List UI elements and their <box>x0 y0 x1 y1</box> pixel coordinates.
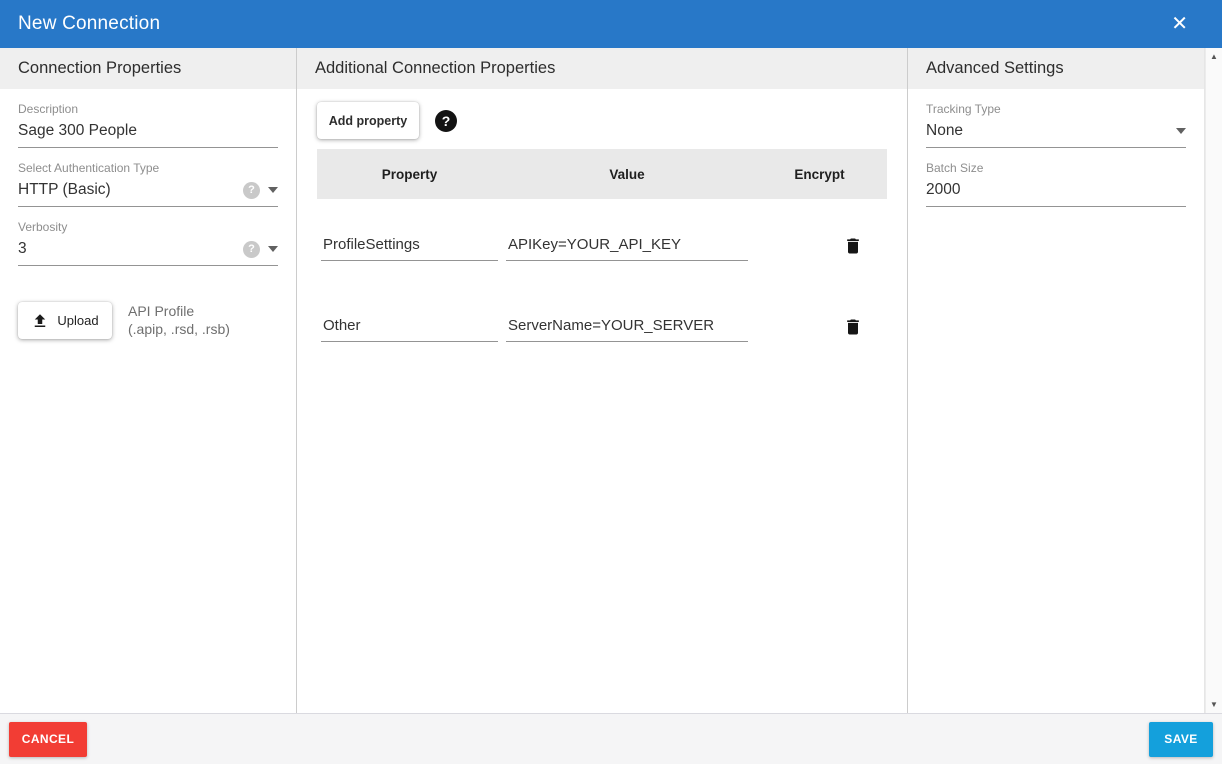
tracking-type-value[interactable]: None <box>926 122 963 140</box>
verbosity-value[interactable]: 3 <box>18 240 27 258</box>
upload-caption-line1: API Profile <box>128 303 230 321</box>
section-title: Additional Connection Properties <box>315 59 555 78</box>
properties-table: Property Value Encrypt ProfileSettings A… <box>317 149 887 355</box>
add-property-button[interactable]: Add property <box>317 102 419 139</box>
batch-size-field[interactable]: Batch Size 2000 <box>926 161 1186 207</box>
additional-properties-header: Additional Connection Properties <box>297 48 907 89</box>
chevron-down-icon[interactable] <box>268 187 278 193</box>
batch-size-value[interactable]: 2000 <box>926 181 960 199</box>
scroll-down-icon[interactable]: ▼ <box>1210 700 1218 709</box>
dialog-body: Connection Properties Description Sage 3… <box>0 48 1222 713</box>
auth-type-label: Select Authentication Type <box>18 161 278 175</box>
section-title: Advanced Settings <box>926 59 1064 78</box>
delete-row-button[interactable] <box>841 315 865 342</box>
upload-caption: API Profile (.apip, .rsd, .rsb) <box>128 303 230 338</box>
column-header-encrypt: Encrypt <box>752 167 887 182</box>
new-connection-dialog: New Connection ✕ Connection Properties D… <box>0 0 1222 764</box>
upload-icon <box>31 312 49 330</box>
batch-size-label: Batch Size <box>926 161 1186 175</box>
dialog-titlebar: New Connection ✕ <box>0 0 1222 48</box>
verbosity-field[interactable]: Verbosity 3 ? <box>18 220 278 266</box>
scroll-up-icon[interactable]: ▲ <box>1210 52 1218 61</box>
dialog-footer: CANCEL SAVE <box>0 713 1222 764</box>
help-icon[interactable]: ? <box>435 110 457 132</box>
section-title: Connection Properties <box>18 59 181 78</box>
description-field[interactable]: Description Sage 300 People <box>18 102 278 148</box>
api-profile-upload-row: Upload API Profile (.apip, .rsd, .rsb) <box>18 302 278 339</box>
value-input[interactable]: ServerName=YOUR_SERVER <box>506 315 748 342</box>
trash-icon <box>843 317 863 337</box>
property-input[interactable]: ProfileSettings <box>321 234 498 261</box>
save-button[interactable]: SAVE <box>1149 722 1213 757</box>
upload-button-label: Upload <box>57 313 98 328</box>
trash-icon <box>843 236 863 256</box>
description-label: Description <box>18 102 278 116</box>
properties-table-header: Property Value Encrypt <box>317 149 887 199</box>
vertical-scrollbar[interactable]: ▲ ▼ <box>1205 48 1222 713</box>
help-icon[interactable]: ? <box>243 182 260 199</box>
dialog-title: New Connection <box>18 13 160 35</box>
auth-type-value[interactable]: HTTP (Basic) <box>18 181 111 199</box>
advanced-settings-panel: Advanced Settings Tracking Type None Bat… <box>908 48 1205 713</box>
close-icon[interactable]: ✕ <box>1163 10 1196 38</box>
chevron-down-icon[interactable] <box>1176 128 1186 134</box>
value-input[interactable]: APIKey=YOUR_API_KEY <box>506 234 748 261</box>
cancel-button[interactable]: CANCEL <box>9 722 87 757</box>
delete-row-button[interactable] <box>841 234 865 261</box>
auth-type-field[interactable]: Select Authentication Type HTTP (Basic) … <box>18 161 278 207</box>
advanced-settings-header: Advanced Settings <box>908 48 1204 89</box>
table-row: Other ServerName=YOUR_SERVER <box>317 302 887 355</box>
verbosity-label: Verbosity <box>18 220 278 234</box>
tracking-type-label: Tracking Type <box>926 102 1186 116</box>
column-header-property: Property <box>317 167 502 182</box>
property-input[interactable]: Other <box>321 315 498 342</box>
connection-properties-header: Connection Properties <box>0 48 296 89</box>
upload-caption-line2: (.apip, .rsd, .rsb) <box>128 321 230 339</box>
upload-button[interactable]: Upload <box>18 302 112 339</box>
additional-properties-panel: Additional Connection Properties Add pro… <box>297 48 908 713</box>
chevron-down-icon[interactable] <box>268 246 278 252</box>
table-row: ProfileSettings APIKey=YOUR_API_KEY <box>317 221 887 274</box>
help-icon[interactable]: ? <box>243 241 260 258</box>
description-value[interactable]: Sage 300 People <box>18 122 137 140</box>
connection-properties-panel: Connection Properties Description Sage 3… <box>0 48 297 713</box>
tracking-type-field[interactable]: Tracking Type None <box>926 102 1186 148</box>
add-property-row: Add property ? <box>317 102 907 139</box>
column-header-value: Value <box>502 167 752 182</box>
